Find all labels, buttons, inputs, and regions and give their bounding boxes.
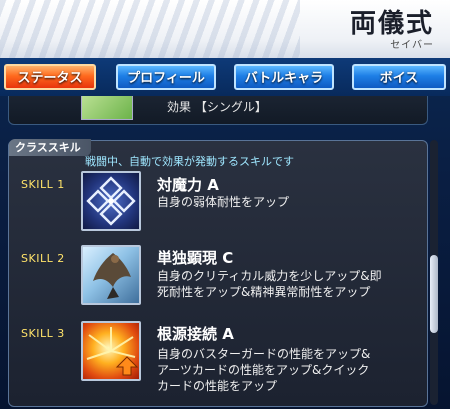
skill-1-label: SKILL 1	[21, 178, 65, 191]
skill-2-name: 単独顕現 C	[157, 249, 234, 267]
skill-2-line-2: 死耐性をアップ&精神異常耐性をアップ	[157, 285, 371, 299]
skill-3-label: SKILL 3	[21, 327, 65, 340]
tab-battle-character[interactable]: バトルキャラ	[234, 64, 334, 90]
skill-2-line-1: 自身のクリティカル威力を少しアップ&即	[157, 269, 382, 283]
skill-3-name: 根源接続 A	[157, 325, 234, 343]
tab-status[interactable]: ステータス	[4, 64, 96, 90]
previous-skill-text: 効果 【シングル】	[167, 100, 267, 114]
skill-3-line-2: アーツカードの性能をアップ&クイック	[157, 363, 370, 377]
cloaked-figure-icon[interactable]	[81, 245, 141, 305]
skill-3-line-3: カードの性能をアップ	[157, 379, 278, 393]
tab-profile[interactable]: プロフィール	[116, 64, 216, 90]
class-skill-tag: クラススキル	[9, 139, 91, 156]
previous-skill-panel: 効果 【シングル】	[8, 96, 428, 125]
scrollbar-thumb[interactable]	[430, 255, 438, 333]
skill-3-line-1: 自身のバスターガードの性能をアップ&	[157, 347, 371, 361]
header-stripe-decoration	[0, 0, 300, 58]
class-skill-description: 戦闘中、自動で効果が発動するスキルです	[85, 155, 294, 168]
class-skill-panel: クラススキル 戦闘中、自動で効果が発動するスキルです SKILL 1 対魔力 A…	[8, 139, 428, 407]
skill-1-description: 自身の弱体耐性をアップ	[157, 194, 419, 210]
skill-3-description: 自身のバスターガードの性能をアップ& アーツカードの性能をアップ&クイック カー…	[157, 346, 419, 394]
skill-2-description: 自身のクリティカル威力を少しアップ&即 死耐性をアップ&精神異常耐性をアップ	[157, 268, 419, 300]
skill-2-label: SKILL 2	[21, 252, 65, 265]
character-class: セイバー	[390, 40, 434, 51]
character-name: 両儀式	[349, 9, 434, 39]
skill-1-name: 対魔力 A	[157, 176, 219, 194]
skill-1-line-1: 自身の弱体耐性をアップ	[157, 195, 290, 209]
burst-up-arrow-icon[interactable]	[81, 321, 141, 381]
diamond-shield-icon[interactable]	[81, 171, 141, 231]
tab-voice[interactable]: ボイス	[352, 64, 446, 90]
header-bar: 両儀式 セイバー	[0, 0, 450, 58]
previous-skill-icon	[81, 96, 133, 120]
